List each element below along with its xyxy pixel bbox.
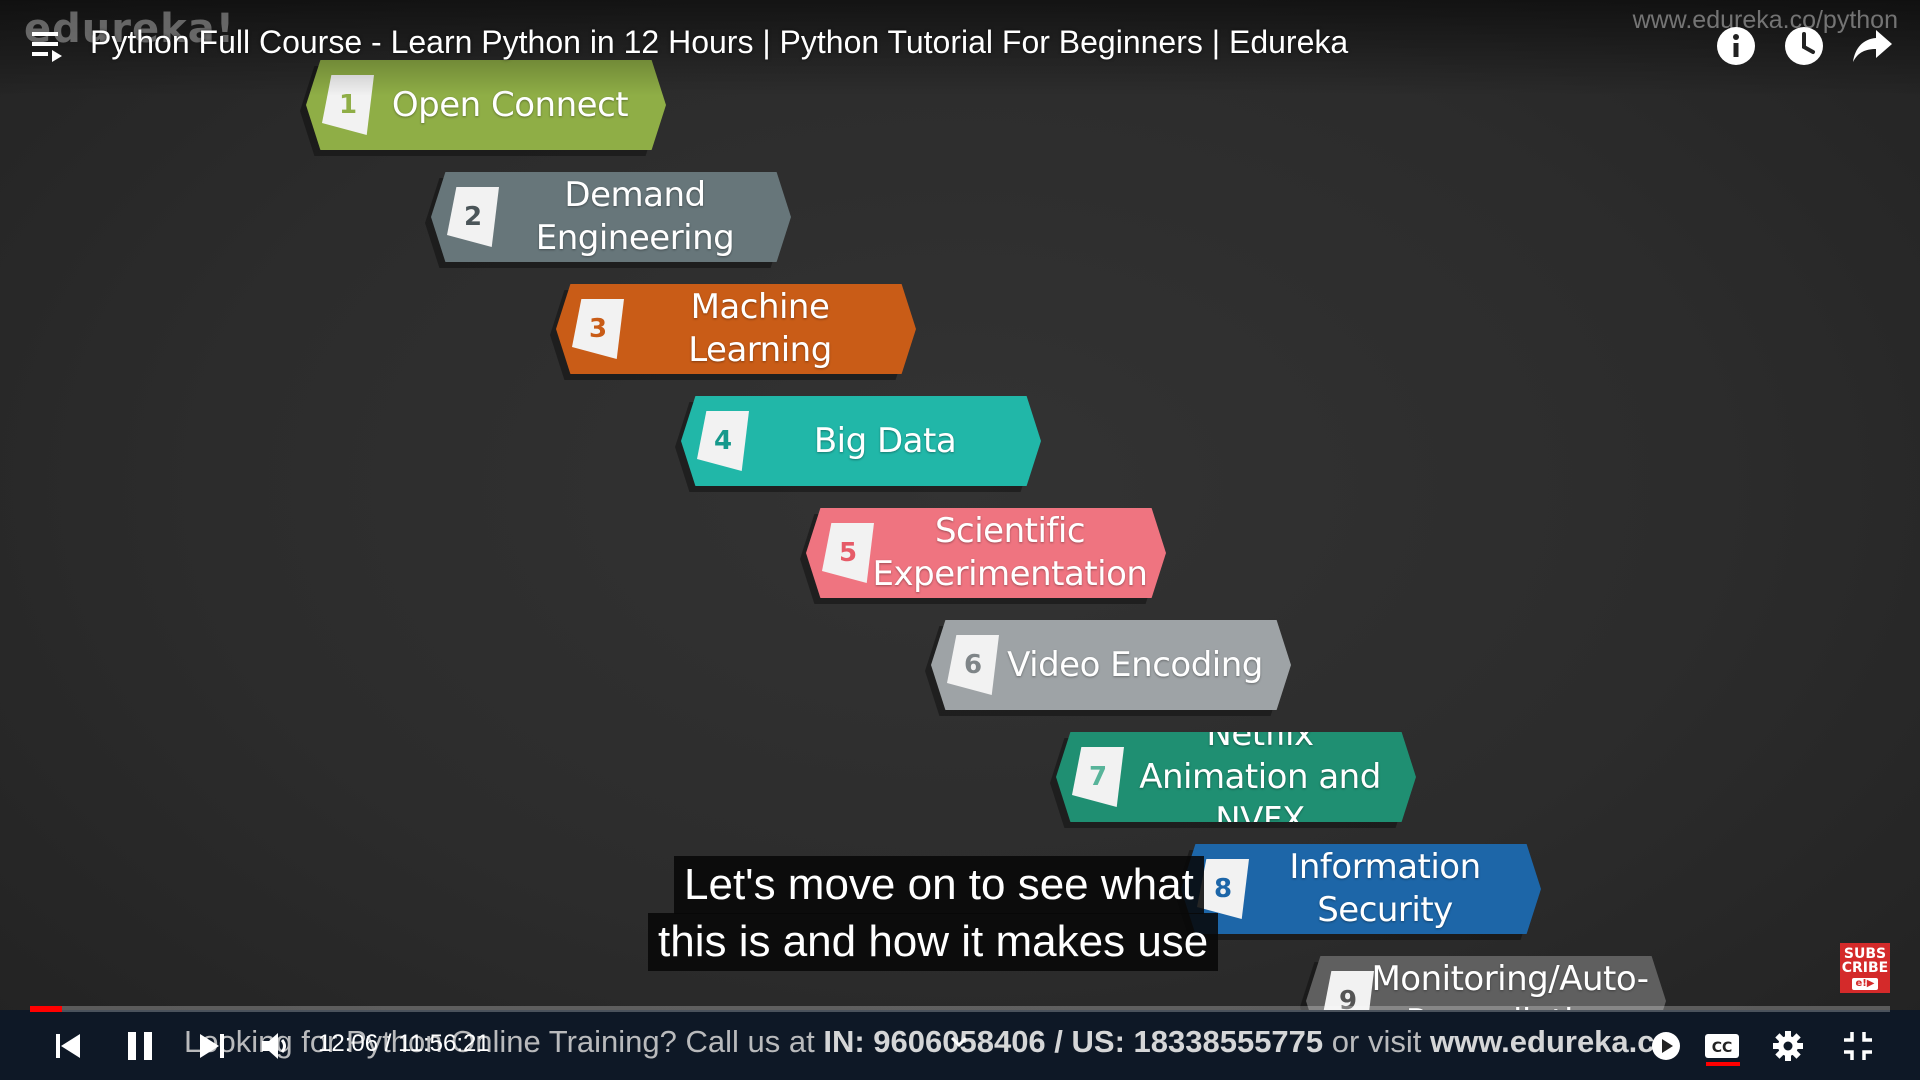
ticker-part-3: or visit — [1323, 1024, 1430, 1059]
autoplay-toggle-icon[interactable] — [1646, 1028, 1686, 1064]
video-title[interactable]: Python Full Course - Learn Python in 12 … — [90, 24, 1348, 61]
skip-next-icon[interactable] — [192, 1028, 232, 1064]
duration: 11:56:21 — [398, 1030, 490, 1057]
clock-icon[interactable] — [1782, 24, 1826, 68]
time-display: 12:06 / 11:56:21 — [318, 1030, 490, 1058]
cc-active-indicator — [1706, 1062, 1740, 1066]
share-icon[interactable] — [1850, 24, 1894, 68]
exit-fullscreen-icon[interactable] — [1838, 1028, 1878, 1064]
progress-bar[interactable] — [30, 1006, 1890, 1012]
gear-icon[interactable] — [1768, 1028, 1808, 1064]
subscribe-mini-logo: e!▶ — [1852, 978, 1878, 990]
ticker-part-2: IN: 9606058406 / US: 18338555775 — [823, 1024, 1324, 1059]
playlist-icon[interactable] — [30, 28, 70, 64]
closed-captions-icon[interactable]: CC — [1702, 1028, 1742, 1064]
time-separator: / — [378, 1030, 399, 1057]
ticker-part-4: www.edureka.co — [1429, 1024, 1674, 1059]
caption-line-2: this is and how it makes use — [648, 913, 1219, 971]
skip-previous-icon[interactable] — [48, 1028, 88, 1064]
chevron-down-icon[interactable] — [944, 1030, 974, 1054]
pause-icon[interactable] — [120, 1028, 160, 1064]
progress-fill — [30, 1006, 62, 1012]
subscribe-text-2: CRIBE — [1841, 960, 1889, 976]
svg-text:CC: CC — [1712, 1040, 1733, 1056]
volume-icon[interactable] — [258, 1028, 298, 1064]
info-icon[interactable] — [1714, 24, 1758, 68]
caption-line-1: Let's move on to see what — [674, 856, 1204, 914]
video-player[interactable]: Open Connect 1 Demand Engineering 2 Machine … — [0, 0, 1920, 1080]
subscribe-badge[interactable]: SUBS CRIBE e!▶ — [1840, 943, 1890, 993]
current-time: 12:06 — [318, 1030, 379, 1057]
